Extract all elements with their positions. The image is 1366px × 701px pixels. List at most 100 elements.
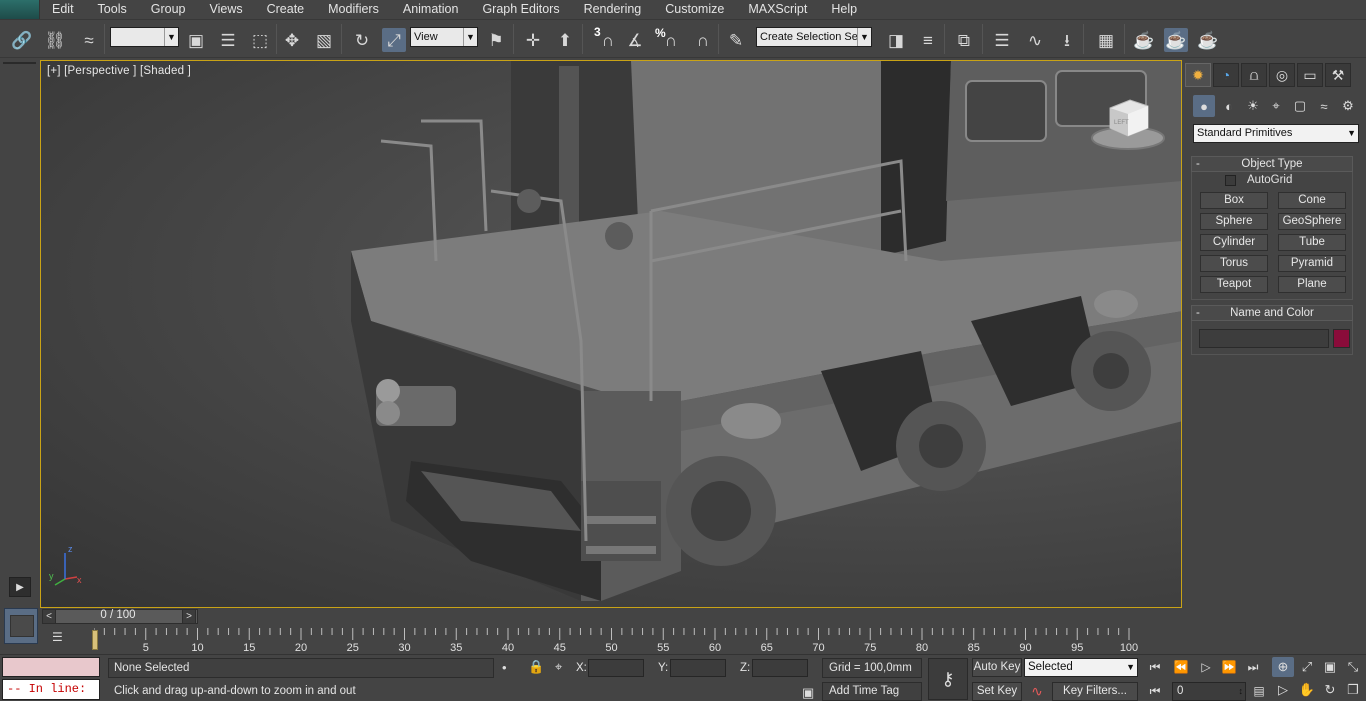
torus-button[interactable]: Torus — [1200, 255, 1268, 272]
select-and-rotate-icon[interactable]: ↻ — [350, 28, 374, 52]
lights-category-button[interactable]: ☀ — [1242, 95, 1264, 117]
maxscript-inline-output[interactable]: -- In line: — [2, 679, 100, 700]
time-configuration-icon[interactable]: ▤ — [1248, 682, 1270, 700]
angle-snap-icon[interactable]: ∡ — [623, 28, 647, 52]
rectangular-selection-icon[interactable]: ⬚ — [248, 28, 272, 52]
go-to-start-icon[interactable]: ⏮ — [1144, 658, 1166, 676]
current-time-marker[interactable] — [92, 630, 98, 650]
render-production-icon[interactable]: ☕ — [1196, 28, 1220, 52]
menu-graph-editors[interactable]: Graph Editors — [470, 0, 571, 19]
systems-category-button[interactable]: ⚙ — [1337, 95, 1359, 117]
set-keys-icon[interactable]: ⚷ — [928, 658, 968, 700]
zoom-icon[interactable]: ⊕ — [1272, 657, 1294, 677]
tab-motion[interactable]: ◎ — [1269, 63, 1295, 87]
viewcube[interactable]: LEFT — [1090, 94, 1168, 152]
tab-display[interactable]: ▭ — [1297, 63, 1323, 87]
maxscript-listener-input[interactable] — [2, 657, 100, 677]
cone-button[interactable]: Cone — [1278, 192, 1346, 209]
select-and-manipulate-icon[interactable]: ✛ — [521, 28, 545, 52]
field-of-view-icon[interactable]: ▷ — [1272, 680, 1294, 700]
shapes-category-button[interactable]: ◐ — [1218, 95, 1240, 117]
use-pivot-center-icon[interactable]: ⚑ — [484, 28, 508, 52]
bind-to-space-warp-icon[interactable]: ≈ — [77, 28, 101, 52]
scene-explorer-icon[interactable]: ☰ — [990, 28, 1014, 52]
previous-frame-icon[interactable]: ⏪ — [1170, 658, 1192, 676]
select-and-move-icon[interactable]: ✥ — [280, 28, 304, 52]
zoom-extents-icon[interactable]: ▣ — [1319, 657, 1341, 677]
selection-filter-dropdown[interactable]: ▼ — [110, 27, 179, 47]
rendered-frame-window-icon[interactable]: ☕ — [1164, 28, 1188, 52]
plane-button[interactable]: Plane — [1278, 276, 1346, 293]
reference-coordinate-dropdown[interactable]: View ▼ — [410, 27, 478, 47]
menu-customize[interactable]: Customize — [653, 0, 736, 19]
current-frame-input[interactable]: 0 ↕ — [1172, 682, 1246, 701]
previous-frame-button[interactable]: < — [42, 609, 56, 624]
autogrid-checkbox[interactable] — [1225, 175, 1236, 186]
key-mode-dropdown[interactable]: Selected ▼ — [1024, 658, 1138, 677]
window-crossing-icon[interactable]: ▧ — [312, 28, 336, 52]
menu-views[interactable]: Views — [197, 0, 254, 19]
zoom-extents-all-icon[interactable]: ⤡ — [1342, 657, 1364, 677]
menu-tools[interactable]: Tools — [86, 0, 139, 19]
space-warps-category-button[interactable]: ≈ — [1313, 95, 1335, 117]
next-frame-button[interactable]: > — [182, 609, 196, 624]
select-by-name-icon[interactable]: ☰ — [216, 28, 240, 52]
key-filters-button[interactable]: Key Filters... — [1052, 682, 1138, 701]
object-color-swatch[interactable] — [1333, 329, 1350, 348]
pan-view-icon[interactable]: ✋ — [1296, 680, 1318, 700]
geosphere-button[interactable]: GeoSphere — [1278, 213, 1346, 230]
material-editor-icon[interactable]: ▦ — [1094, 28, 1118, 52]
expand-track-bar-button[interactable]: ▶ — [9, 577, 31, 597]
add-time-tag-button[interactable]: Add Time Tag — [822, 682, 922, 701]
y-coordinate-input[interactable] — [670, 659, 726, 677]
select-and-link-icon[interactable]: 🔗 — [10, 28, 34, 52]
named-selection-sets-dropdown[interactable]: Create Selection Se ▼ — [756, 27, 872, 47]
orbit-icon[interactable]: ↻ — [1319, 680, 1341, 700]
schematic-view-icon[interactable]: ⭳ — [1055, 28, 1079, 52]
percent-snap-icon[interactable]: ∩ — [659, 28, 683, 52]
unlink-selection-icon[interactable]: ⛓ — [43, 28, 67, 52]
menu-edit[interactable]: Edit — [40, 0, 86, 19]
script-icon[interactable]: ▣ — [802, 686, 814, 699]
box-button[interactable]: Box — [1200, 192, 1268, 209]
pyramid-button[interactable]: Pyramid — [1278, 255, 1346, 272]
set-key-button[interactable]: Set Key — [972, 682, 1022, 701]
selection-lock-icon[interactable]: 🔒 — [528, 660, 544, 673]
viewport-layout-icon[interactable] — [4, 608, 38, 644]
frame-ruler[interactable]: 5 10 15 20 25 30 35 40 45 50 55 60 65 70 75 80 85 90 95 100 — [94, 626, 1180, 654]
geometry-category-button[interactable]: ● — [1193, 95, 1215, 117]
menu-rendering[interactable]: Rendering — [572, 0, 654, 19]
isolate-selection-icon[interactable]: • — [502, 661, 507, 674]
layer-manager-icon[interactable]: ⧉ — [952, 28, 976, 52]
edit-named-selection-icon[interactable]: ✎ — [724, 28, 748, 52]
key-mode-toggle-icon[interactable]: ⏮ — [1144, 682, 1166, 700]
select-object-icon[interactable]: ▣ — [184, 28, 208, 52]
time-slider-label[interactable]: 0 / 100 — [58, 608, 178, 623]
x-coordinate-input[interactable] — [588, 659, 644, 677]
helpers-category-button[interactable]: ▢ — [1289, 95, 1311, 117]
object-type-rollout-header[interactable]: - Object Type — [1191, 156, 1353, 172]
primitive-category-dropdown[interactable]: Standard Primitives ▼ — [1193, 124, 1359, 143]
tab-hierarchy[interactable]: ⩍ — [1241, 63, 1267, 87]
align-icon[interactable]: ≡ — [916, 28, 940, 52]
perspective-viewport[interactable]: [+] [Perspective ] [Shaded ] LEFT z y x — [40, 60, 1182, 608]
render-setup-icon[interactable]: ☕ — [1132, 28, 1156, 52]
tab-create[interactable]: ✹ — [1185, 63, 1211, 87]
snaps-toggle-icon[interactable]: ∩ — [596, 28, 620, 52]
sphere-button[interactable]: Sphere — [1200, 213, 1268, 230]
menu-animation[interactable]: Animation — [391, 0, 471, 19]
keyboard-shortcut-override-icon[interactable]: ⬆ — [553, 28, 577, 52]
object-name-input[interactable] — [1199, 329, 1329, 348]
cameras-category-button[interactable]: ⌖ — [1265, 95, 1287, 117]
name-and-color-rollout-header[interactable]: - Name and Color — [1191, 305, 1353, 321]
tab-utilities[interactable]: ⚒ — [1325, 63, 1351, 87]
auto-key-button[interactable]: Auto Key — [972, 658, 1022, 677]
zoom-all-icon[interactable]: ⤢ — [1296, 657, 1318, 677]
menu-create[interactable]: Create — [255, 0, 317, 19]
maximize-viewport-icon[interactable]: ❐ — [1342, 680, 1364, 700]
play-animation-icon[interactable]: ▷ — [1195, 658, 1217, 676]
tube-button[interactable]: Tube — [1278, 234, 1346, 251]
menu-help[interactable]: Help — [819, 0, 869, 19]
menu-group[interactable]: Group — [139, 0, 198, 19]
viewport-label[interactable]: [+] [Perspective ] [Shaded ] — [47, 65, 191, 77]
